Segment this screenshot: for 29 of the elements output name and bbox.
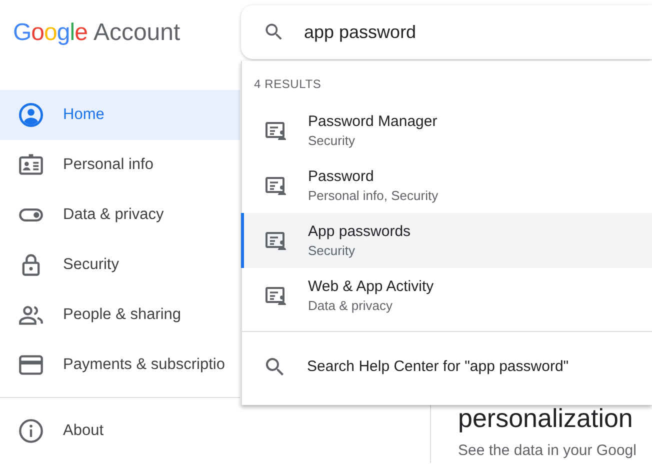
results-count: 4 RESULTS: [253, 76, 322, 93]
search-result[interactable]: App passwords Security: [241, 213, 652, 268]
sidebar-item[interactable]: About: [0, 406, 240, 456]
id-card-icon: [18, 152, 44, 178]
result-category: Security: [308, 132, 356, 149]
search-result[interactable]: Web & App Activity Data & privacy: [241, 268, 652, 323]
product-name: Account: [93, 18, 180, 48]
account-circle-icon: [18, 102, 44, 128]
search-field[interactable]: app password: [241, 5, 652, 59]
sidebar-item[interactable]: Home: [0, 90, 240, 140]
section-heading: personalization: [458, 403, 634, 434]
sidebar-item[interactable]: Personal info: [0, 140, 240, 190]
result-title: Web & App Activity: [308, 277, 434, 297]
sidebar-item[interactable]: Data & privacy: [0, 190, 240, 240]
result-category: Security: [308, 242, 356, 259]
result-title: Password Manager: [308, 112, 438, 132]
section-description: See the data in your Googl: [458, 441, 636, 462]
search-result[interactable]: Password Personal info, Security: [241, 158, 652, 213]
result-category: Data & privacy: [308, 297, 394, 314]
google-logo[interactable]: Google: [13, 14, 88, 50]
result-title: App passwords: [308, 222, 411, 242]
sidebar-item[interactable]: Security: [0, 240, 240, 290]
info-icon: [18, 418, 44, 444]
help-center-search[interactable]: Search Help Center for "app password": [242, 332, 652, 402]
sidebar-item[interactable]: Payments & subscriptio: [0, 340, 240, 390]
result-title: Password: [308, 167, 375, 187]
result-category: Personal info, Security: [308, 187, 438, 204]
sidebar-item[interactable]: People & sharing: [0, 290, 240, 340]
search-result[interactable]: Password Manager Security: [241, 103, 652, 158]
